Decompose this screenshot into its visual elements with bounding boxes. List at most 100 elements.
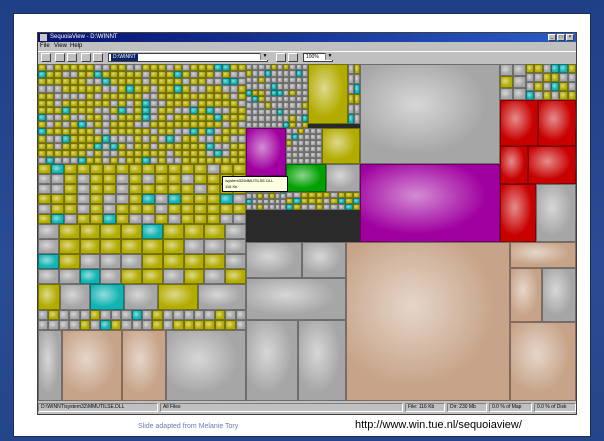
treemap-cell[interactable]	[526, 91, 535, 100]
treemap-cell[interactable]	[238, 121, 246, 129]
treemap-cell[interactable]	[158, 64, 166, 72]
treemap-cell[interactable]	[79, 224, 101, 239]
treemap-cell[interactable]	[238, 64, 246, 72]
treemap-cell[interactable]	[38, 284, 60, 310]
treemap-cell[interactable]	[181, 164, 194, 174]
treemap-cell[interactable]	[542, 73, 551, 82]
treemap-cell[interactable]	[526, 82, 535, 91]
treemap-cell[interactable]	[38, 149, 46, 157]
treemap-cell[interactable]	[79, 269, 101, 284]
treemap-cell[interactable]	[220, 194, 233, 204]
treemap-cell[interactable]	[238, 99, 246, 107]
treemap-cell[interactable]	[230, 64, 238, 72]
treemap-cell[interactable]	[198, 71, 206, 79]
zoom-out-button[interactable]	[288, 53, 298, 62]
treemap-cell[interactable]	[166, 121, 174, 129]
treemap-cell[interactable]	[500, 88, 513, 100]
treemap-cell[interactable]	[551, 64, 560, 73]
treemap-cell[interactable]	[126, 64, 134, 72]
treemap-cell[interactable]	[142, 99, 150, 107]
treemap-cell[interactable]	[38, 64, 46, 72]
treemap-cell[interactable]	[46, 114, 54, 122]
treemap-cell[interactable]	[206, 149, 214, 157]
treemap-cell[interactable]	[78, 128, 86, 136]
treemap-cell[interactable]	[129, 184, 142, 194]
treemap-cell[interactable]	[38, 214, 51, 224]
treemap-cell[interactable]	[528, 146, 576, 184]
treemap-cell[interactable]	[103, 184, 116, 194]
treemap-cell[interactable]	[78, 85, 86, 93]
treemap-cell[interactable]	[198, 99, 206, 107]
treemap-cell[interactable]	[534, 82, 543, 91]
treemap-cell[interactable]	[142, 269, 163, 284]
treemap-cell[interactable]	[230, 142, 238, 150]
treemap-cell[interactable]	[51, 214, 64, 224]
treemap-cell[interactable]	[155, 174, 168, 184]
treemap-cell[interactable]	[360, 64, 500, 164]
treemap-cell[interactable]	[62, 85, 70, 93]
treemap-cell[interactable]	[174, 149, 182, 157]
treemap-cell[interactable]	[62, 128, 70, 136]
treemap-cell[interactable]	[152, 320, 163, 330]
treemap-cell[interactable]	[90, 184, 103, 194]
treemap-cell[interactable]	[46, 71, 54, 79]
treemap-cell[interactable]	[94, 78, 102, 86]
treemap-cell[interactable]	[233, 194, 246, 204]
treemap-cell[interactable]	[183, 239, 205, 254]
treemap-cell[interactable]	[207, 184, 220, 194]
treemap-cell[interactable]	[38, 320, 49, 330]
treemap-cell[interactable]	[94, 92, 102, 100]
treemap-cell[interactable]	[118, 78, 126, 86]
treemap-cell[interactable]	[118, 121, 126, 129]
treemap-cell[interactable]	[174, 99, 182, 107]
treemap-cell[interactable]	[38, 85, 46, 93]
treemap-cell[interactable]	[500, 76, 513, 88]
treemap-cell[interactable]	[134, 85, 142, 93]
treemap-cell[interactable]	[150, 106, 158, 114]
treemap-cell[interactable]	[150, 121, 158, 129]
treemap-cell[interactable]	[360, 164, 500, 242]
treemap-cell[interactable]	[64, 204, 77, 214]
treemap-cell[interactable]	[46, 85, 54, 93]
treemap-cell[interactable]	[214, 71, 222, 79]
treemap-cell[interactable]	[62, 149, 70, 157]
treemap-cell[interactable]	[58, 310, 70, 320]
treemap-cell[interactable]	[168, 194, 181, 204]
treemap-cell[interactable]	[86, 92, 94, 100]
treemap-cell[interactable]	[534, 73, 543, 82]
treemap-cell[interactable]	[190, 78, 198, 86]
treemap-cell[interactable]	[38, 330, 62, 401]
treemap-cell[interactable]	[230, 92, 238, 100]
treemap-cell[interactable]	[542, 64, 551, 73]
treemap-cell[interactable]	[90, 164, 103, 174]
treemap-cell[interactable]	[166, 142, 174, 150]
treemap-cell[interactable]	[500, 184, 536, 242]
treemap-cell[interactable]	[238, 114, 246, 122]
treemap-cell[interactable]	[142, 92, 150, 100]
treemap-cell[interactable]	[142, 164, 155, 174]
treemap-cell[interactable]	[225, 310, 236, 320]
treemap-cell[interactable]	[155, 164, 168, 174]
treemap-cell[interactable]	[150, 71, 158, 79]
treemap-cell[interactable]	[121, 224, 142, 239]
treemap-cell[interactable]	[126, 78, 134, 86]
treemap-cell[interactable]	[190, 85, 198, 93]
treemap-cell[interactable]	[38, 142, 46, 150]
treemap-cell[interactable]	[207, 214, 220, 224]
treemap-cell[interactable]	[116, 214, 129, 224]
treemap-cell[interactable]	[64, 174, 77, 184]
treemap-cell[interactable]	[194, 204, 207, 214]
treemap-cell[interactable]	[118, 99, 126, 107]
treemap-cell[interactable]	[302, 242, 346, 278]
treemap-cell[interactable]	[116, 194, 129, 204]
treemap-cell[interactable]	[118, 128, 126, 136]
treemap-cell[interactable]	[182, 114, 190, 122]
treemap-cell[interactable]	[337, 204, 346, 210]
treemap-cell[interactable]	[134, 92, 142, 100]
treemap-cell[interactable]	[110, 320, 122, 330]
treemap-cell[interactable]	[38, 106, 46, 114]
treemap-cell[interactable]	[238, 128, 246, 136]
treemap-cell[interactable]	[110, 142, 118, 150]
treemap-cell[interactable]	[293, 204, 301, 210]
treemap-cell[interactable]	[235, 310, 246, 320]
